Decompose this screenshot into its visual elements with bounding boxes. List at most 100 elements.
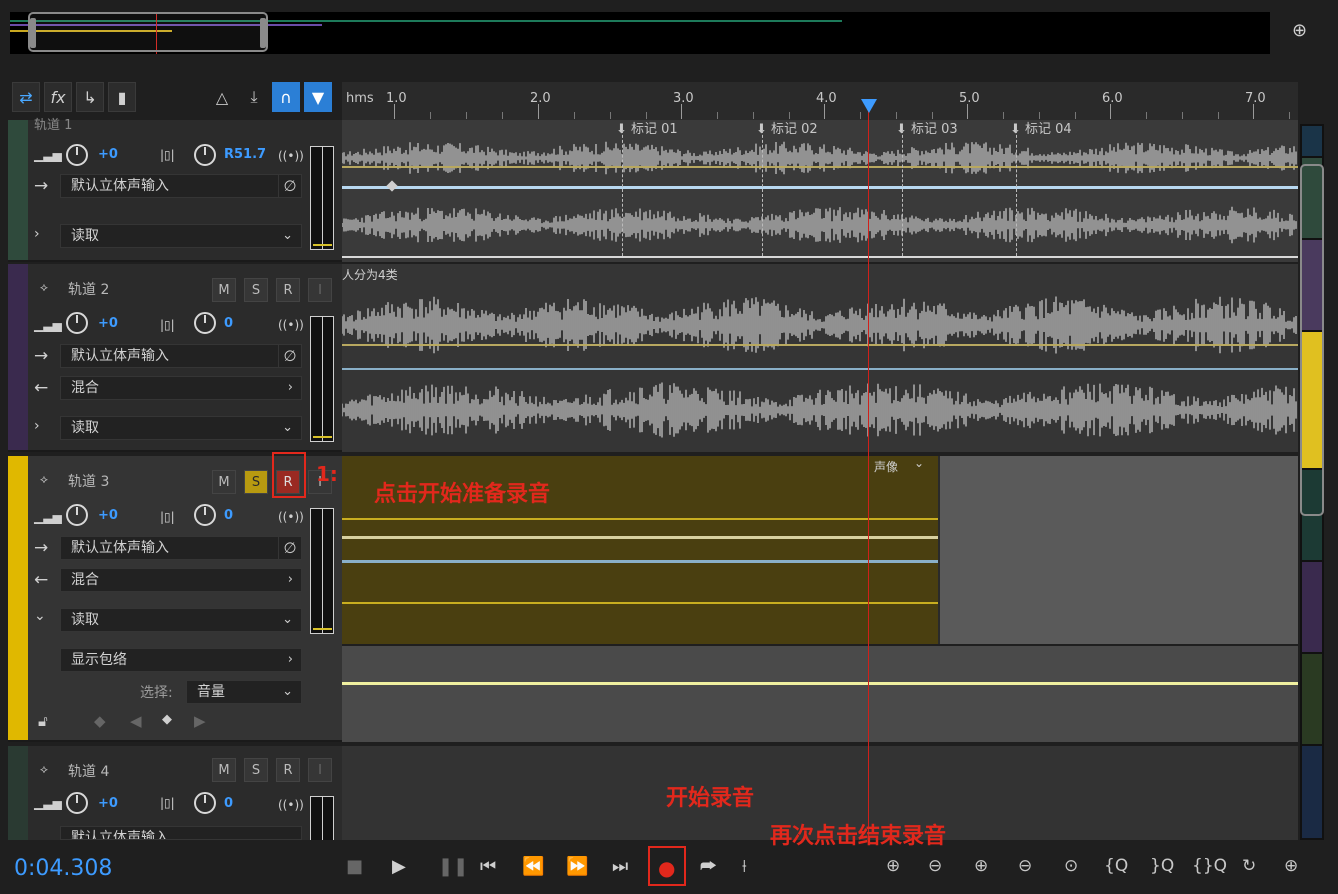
input-select[interactable]: 默认立体声输入› xyxy=(60,344,302,368)
input-select[interactable]: 默认立体声输入› xyxy=(60,536,302,560)
track-1-clip[interactable] xyxy=(342,120,1298,262)
track-1-header[interactable]: 轨道 1 ▁▃▅ +0 |▯| R51.7 ((•)) → 默认立体声输入› ∅… xyxy=(8,118,342,262)
metronome-icon[interactable]: △ xyxy=(208,82,236,112)
play-icon[interactable]: ▶ xyxy=(392,856,406,877)
input-select[interactable]: 默认立体声输入 xyxy=(60,826,302,840)
zoom-tracks-icon[interactable]: ⊕ xyxy=(1284,856,1298,876)
pan-knob[interactable] xyxy=(194,792,216,814)
fx-icon[interactable]: fx xyxy=(44,82,72,112)
marker-label[interactable]: ⬇ 标记 04 xyxy=(1010,118,1072,137)
pan-value[interactable]: 0 xyxy=(224,508,233,523)
zoom-out-time-icon[interactable]: ⊖ xyxy=(1018,856,1032,876)
headphones-icon[interactable]: ∩ xyxy=(272,82,300,112)
next-keyframe-icon[interactable]: ▶ xyxy=(194,712,206,730)
rewind-icon[interactable]: ⏪ xyxy=(522,856,544,877)
record-arm-button[interactable]: R xyxy=(276,758,300,782)
mute-button[interactable]: M xyxy=(212,758,236,782)
stop-icon[interactable]: ■ xyxy=(346,856,363,877)
pause-icon[interactable]: ❚❚ xyxy=(438,856,468,877)
solo-button[interactable]: S xyxy=(244,278,268,302)
volume-value[interactable]: +0 xyxy=(98,508,118,523)
current-time[interactable]: 0:04.308 xyxy=(14,856,112,881)
zoom-out-amplitude-icon[interactable]: ⊖ xyxy=(928,856,942,876)
output-select[interactable]: 混合 › xyxy=(60,568,302,592)
prev-keyframe-icon[interactable]: ◀ xyxy=(130,712,142,730)
zoom-full-icon[interactable]: ⊕ xyxy=(1292,20,1307,41)
pan-knob[interactable] xyxy=(194,504,216,526)
input-monitor-button[interactable]: I xyxy=(308,758,332,782)
track-3-header[interactable]: ⟡ 轨道 3 M S R I ▁▃▅ +0 |▯| 0 ((•)) → 默认立体… xyxy=(8,456,342,742)
envelope-param-select[interactable]: 音量 ⌄ xyxy=(186,680,302,704)
track-4-header[interactable]: ⟡ 轨道 4 M S R I ▁▃▅ +0 |▯| 0 ((•)) 默认立体声输… xyxy=(8,746,342,840)
volume-value[interactable]: +0 xyxy=(98,316,118,331)
marker-pin-icon[interactable]: ▼ xyxy=(304,82,332,112)
zoom-in-amplitude-icon[interactable]: ⊕ xyxy=(886,856,900,876)
mute-button[interactable]: M xyxy=(212,278,236,302)
clip-envelope-label[interactable]: 声像 xyxy=(874,458,898,475)
automation-select[interactable]: 读取 ⌄ xyxy=(60,224,302,248)
volume-knob[interactable] xyxy=(66,144,88,166)
solo-button[interactable]: S xyxy=(244,758,268,782)
track-3-automation-lane[interactable] xyxy=(342,646,1298,742)
lock-icon[interactable]: 🔓︎ xyxy=(38,712,48,730)
ruler-tick xyxy=(394,104,395,119)
zoom-full-time-icon[interactable]: ⊙ xyxy=(1064,856,1078,876)
fast-forward-icon[interactable]: ⏩ xyxy=(566,856,588,877)
time-ruler[interactable]: hms 1.0 2.0 3.0 4.0 5.0 6.0 7.0 xyxy=(342,82,1298,121)
add-keyframe-icon[interactable]: ◆ xyxy=(162,712,172,727)
playhead-handle[interactable] xyxy=(861,99,877,113)
volume-value[interactable]: +0 xyxy=(98,796,118,811)
chevron-down-icon[interactable]: ⌄ xyxy=(914,456,924,470)
vertical-scrollbar[interactable] xyxy=(1300,124,1324,840)
output-select[interactable]: 混合 › xyxy=(60,376,302,400)
phase-invert-button[interactable]: ∅ xyxy=(278,536,302,560)
pan-knob[interactable] xyxy=(194,144,216,166)
expand-chevron-icon[interactable]: › xyxy=(34,226,40,242)
overview-range-handle[interactable] xyxy=(28,12,268,52)
volume-value[interactable]: +0 xyxy=(98,147,118,162)
mute-button[interactable]: M xyxy=(212,470,236,494)
input-select[interactable]: 默认立体声输入› xyxy=(60,174,302,198)
zoom-reset-icon[interactable]: ↻ xyxy=(1242,856,1256,876)
zoom-in-time-icon[interactable]: ⊕ xyxy=(974,856,988,876)
marker-label[interactable]: ⬇ 标记 03 xyxy=(896,118,958,137)
automation-select[interactable]: 读取 ⌄ xyxy=(60,608,302,632)
volume-knob[interactable] xyxy=(66,312,88,334)
eraser-icon[interactable]: ◆ xyxy=(94,712,106,730)
pan-value[interactable]: 0 xyxy=(224,796,233,811)
volume-automation-line[interactable] xyxy=(342,682,1298,685)
pan-envelope[interactable] xyxy=(342,186,1298,189)
playhead-line[interactable] xyxy=(868,100,869,840)
expand-chevron-icon[interactable]: › xyxy=(34,418,40,434)
record-arm-icon[interactable]: ⤓ xyxy=(240,82,268,112)
zoom-out-point-icon[interactable]: }Q xyxy=(1150,856,1174,876)
skip-silence-icon[interactable]: ⟊ xyxy=(742,856,747,877)
collapse-chevron-icon[interactable]: ⌄ xyxy=(34,608,46,624)
phase-invert-button[interactable]: ∅ xyxy=(278,174,302,198)
marker-label[interactable]: ⬇ 标记 01 xyxy=(616,118,678,137)
pan-value[interactable]: R51.7 xyxy=(224,147,266,162)
pan-value[interactable]: 0 xyxy=(224,316,233,331)
meter-icon[interactable]: ▮ xyxy=(108,82,136,112)
solo-button[interactable]: S xyxy=(244,470,268,494)
track-2-clip[interactable]: 人分为4类 xyxy=(342,264,1298,452)
volume-knob[interactable] xyxy=(66,504,88,526)
input-monitor-button[interactable]: I xyxy=(308,278,332,302)
skip-start-icon[interactable]: ⏮ xyxy=(480,856,496,877)
loop-icon[interactable]: ⮫ xyxy=(700,856,717,877)
automation-select[interactable]: 读取 ⌄ xyxy=(60,416,302,440)
zoom-selection-icon[interactable]: {}Q xyxy=(1192,856,1227,876)
record-arm-button[interactable]: R xyxy=(276,278,300,302)
marker-label[interactable]: ⬇ 标记 02 xyxy=(756,118,818,137)
show-envelope-select[interactable]: 显示包络 › xyxy=(60,648,302,672)
swap-icon[interactable]: ⇄ xyxy=(12,82,40,112)
send-icon[interactable]: ↳ xyxy=(76,82,104,112)
volume-knob[interactable] xyxy=(66,792,88,814)
skip-end-icon[interactable]: ⏭ xyxy=(612,856,628,877)
scroll-thumb[interactable] xyxy=(1300,164,1324,516)
track-2-header[interactable]: ⟡ 轨道 2 M S R I ▁▃▅ +0 |▯| 0 ((•)) → 默认立体… xyxy=(8,264,342,452)
pan-knob[interactable] xyxy=(194,312,216,334)
phase-invert-button[interactable]: ∅ xyxy=(278,344,302,368)
zoom-in-point-icon[interactable]: {Q xyxy=(1104,856,1128,876)
waveform-left xyxy=(342,141,1297,175)
